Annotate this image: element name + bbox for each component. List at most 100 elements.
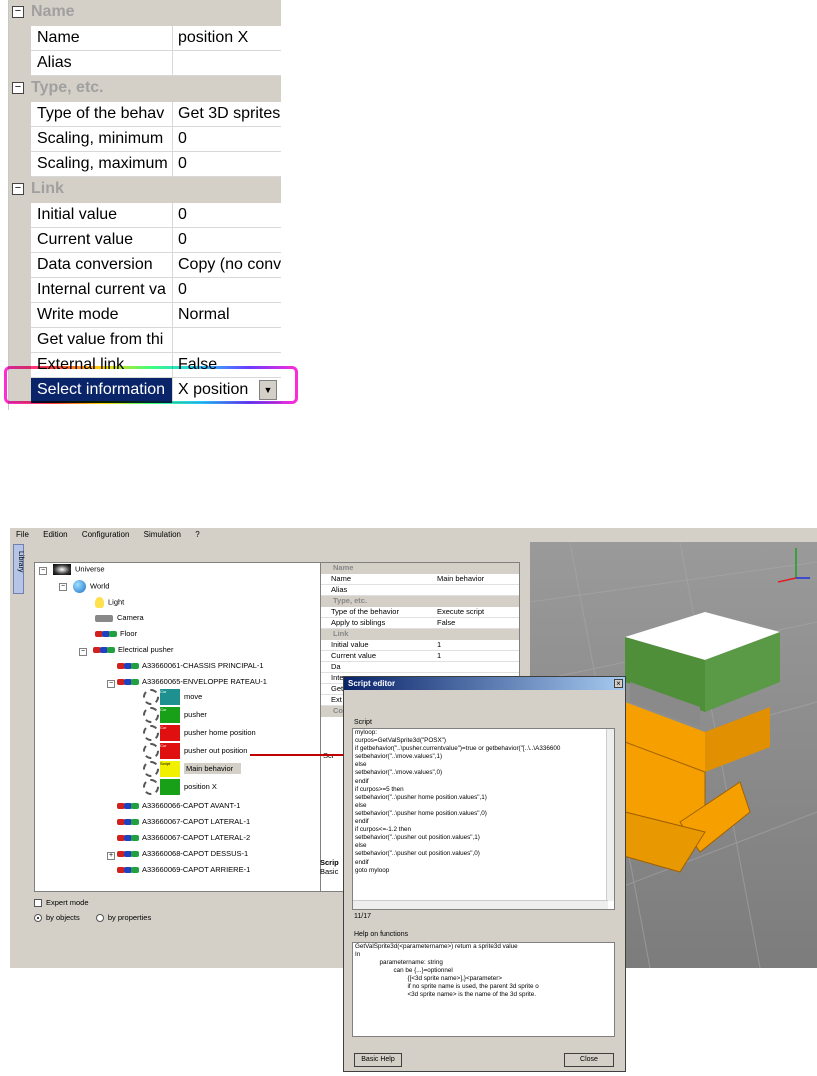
tree-node-electrical-pusher[interactable]: Electrical pusher — [93, 645, 173, 654]
tree-node-part[interactable]: A33660068-CAPOT DESSUS-1 — [117, 849, 248, 858]
tree-node-part[interactable]: A33660067-CAPOT LATERAL-2 — [117, 833, 250, 842]
property-value[interactable]: 0 — [173, 278, 281, 303]
property-value[interactable]: 0 — [173, 127, 281, 152]
help-line: {[<3d sprite name>],}<parameter> — [355, 975, 502, 982]
expand-icon[interactable]: + — [107, 852, 115, 860]
property-row[interactable]: Type of the behav Get 3D sprites — [9, 102, 281, 127]
tree-node-floor[interactable]: Floor — [95, 629, 137, 638]
tree-node-part[interactable]: A33660066-CAPOT AVANT-1 — [117, 801, 240, 810]
property-value[interactable]: Copy (no conv — [173, 253, 281, 278]
script-code-editor[interactable]: myloop: curpos=GetValSprite3d("POSX") if… — [352, 728, 615, 910]
property-row[interactable]: Get value from thi — [9, 328, 281, 353]
section-name[interactable]: Name — [321, 563, 519, 574]
vertical-scrollbar[interactable] — [606, 729, 614, 901]
horizontal-scrollbar[interactable] — [353, 900, 608, 909]
property-row[interactable]: Da — [321, 662, 519, 673]
menu-configuration[interactable]: Configuration — [76, 528, 136, 539]
property-value[interactable] — [173, 328, 281, 353]
close-button[interactable]: Close — [564, 1053, 614, 1067]
code-line: else — [355, 801, 367, 809]
collapse-icon[interactable]: − — [39, 567, 47, 575]
behavior-move[interactable]: Curmove — [143, 689, 202, 705]
behavior-swatch: Cur — [160, 743, 180, 759]
tree-node-world[interactable]: World — [73, 580, 109, 593]
property-row[interactable]: Alias — [9, 51, 281, 76]
collapse-icon[interactable]: − — [12, 6, 24, 18]
collapse-icon[interactable]: − — [107, 680, 115, 688]
collapse-icon[interactable]: − — [59, 583, 67, 591]
gear-icon — [143, 689, 159, 705]
property-value[interactable]: 0 — [173, 228, 281, 253]
property-row[interactable]: Name position X — [9, 26, 281, 51]
by-properties-radio[interactable]: by properties — [95, 913, 151, 923]
code-line: if curpos>=5 then — [355, 785, 404, 793]
property-row[interactable]: Scaling, minimum 0 — [9, 127, 281, 152]
property-row[interactable]: Initial value 1 — [321, 640, 519, 651]
property-row[interactable]: External link False — [9, 353, 281, 378]
property-value[interactable]: 0 — [173, 203, 281, 228]
menu-help[interactable]: ? — [189, 528, 205, 539]
expert-mode-checkbox[interactable]: Expert mode — [34, 898, 151, 908]
property-value[interactable]: 0 — [173, 152, 281, 177]
property-row[interactable]: Current value 0 — [9, 228, 281, 253]
property-row[interactable]: Alias — [321, 585, 519, 596]
behavior-main[interactable]: ScriptMain behavior — [143, 761, 242, 777]
property-row[interactable]: Apply to siblings False — [321, 618, 519, 629]
property-value[interactable] — [173, 51, 281, 76]
tree-node-part[interactable]: A33660067-CAPOT LATERAL-1 — [117, 817, 250, 826]
section-link[interactable]: Link — [321, 629, 519, 640]
dropdown-arrow-icon[interactable]: ▼ — [259, 380, 277, 400]
help-line: parametername: string — [355, 959, 443, 966]
property-row[interactable]: Internal current va 0 — [9, 278, 281, 303]
section-label: Type, etc. — [31, 79, 104, 96]
property-row[interactable]: Initial value 0 — [9, 203, 281, 228]
collapse-icon[interactable]: − — [12, 82, 24, 94]
property-value[interactable]: Get 3D sprites — [173, 102, 281, 127]
close-icon[interactable]: × — [614, 679, 623, 688]
property-value[interactable]: Normal — [173, 303, 281, 328]
behavior-position-x[interactable]: position X — [143, 779, 217, 795]
collapse-icon[interactable]: − — [12, 183, 24, 195]
help-text-area[interactable]: GetValSprite3d(<parametername>) return a… — [352, 942, 615, 1037]
dialog-title-bar[interactable]: Script editor — [344, 677, 625, 690]
menu-edition[interactable]: Edition — [37, 528, 73, 539]
tree-node-part[interactable]: A33660061-CHASSIS PRINCIPAL-1 — [117, 661, 264, 670]
behavior-pusher-out[interactable]: Curpusher out position — [143, 743, 247, 759]
section-name[interactable]: − Name — [9, 0, 281, 26]
help-line: if no sprite name is used, the parent 3d… — [355, 983, 539, 990]
property-key: Write mode — [31, 303, 173, 328]
menu-simulation[interactable]: Simulation — [138, 528, 187, 539]
code-line: setbehavior("..\move.values",0) — [355, 769, 443, 777]
behavior-pusher[interactable]: Curpusher — [143, 707, 207, 723]
property-value[interactable]: False — [173, 353, 281, 378]
behavior-pusher-home[interactable]: Curpusher home position — [143, 725, 256, 741]
part-icon — [117, 662, 139, 670]
library-tab[interactable]: Library — [13, 544, 24, 594]
property-value[interactable]: position X — [173, 26, 281, 51]
behavior-swatch: Cur — [160, 707, 180, 723]
help-line: In — [355, 951, 361, 958]
property-row[interactable]: Name Main behavior — [321, 574, 519, 585]
property-row-selected[interactable]: Select information X position ▼ — [9, 378, 281, 403]
tree-node-part[interactable]: A33660069-CAPOT ARRIERE-1 — [117, 865, 250, 874]
property-row[interactable]: Type of the behavior Execute script — [321, 607, 519, 618]
property-key: Internal current va — [31, 278, 173, 303]
lightbulb-icon — [95, 597, 104, 608]
part-icon — [117, 818, 139, 826]
basic-help-button[interactable]: Basic Help — [354, 1053, 402, 1067]
section-link[interactable]: − Link — [9, 177, 281, 203]
tree-node-light[interactable]: Light — [95, 597, 124, 608]
tree-node-camera[interactable]: Camera — [95, 613, 144, 622]
menu-file[interactable]: File — [10, 528, 35, 539]
property-row[interactable]: Write mode Normal — [9, 303, 281, 328]
section-type[interactable]: − Type, etc. — [9, 76, 281, 102]
property-row[interactable]: Scaling, maximum 0 — [9, 152, 281, 177]
collapse-icon[interactable]: − — [79, 648, 87, 656]
tree-node-universe[interactable]: Universe — [53, 564, 105, 575]
help-line: <3d sprite name> is the name of the 3d s… — [355, 991, 536, 998]
tree-node-part[interactable]: A33660065-ENVELOPPE RATEAU-1 — [117, 677, 267, 686]
property-row[interactable]: Current value 1 — [321, 651, 519, 662]
property-row[interactable]: Data conversion Copy (no conv — [9, 253, 281, 278]
section-type[interactable]: Type, etc. — [321, 596, 519, 607]
by-objects-radio[interactable]: by objects — [34, 913, 80, 923]
